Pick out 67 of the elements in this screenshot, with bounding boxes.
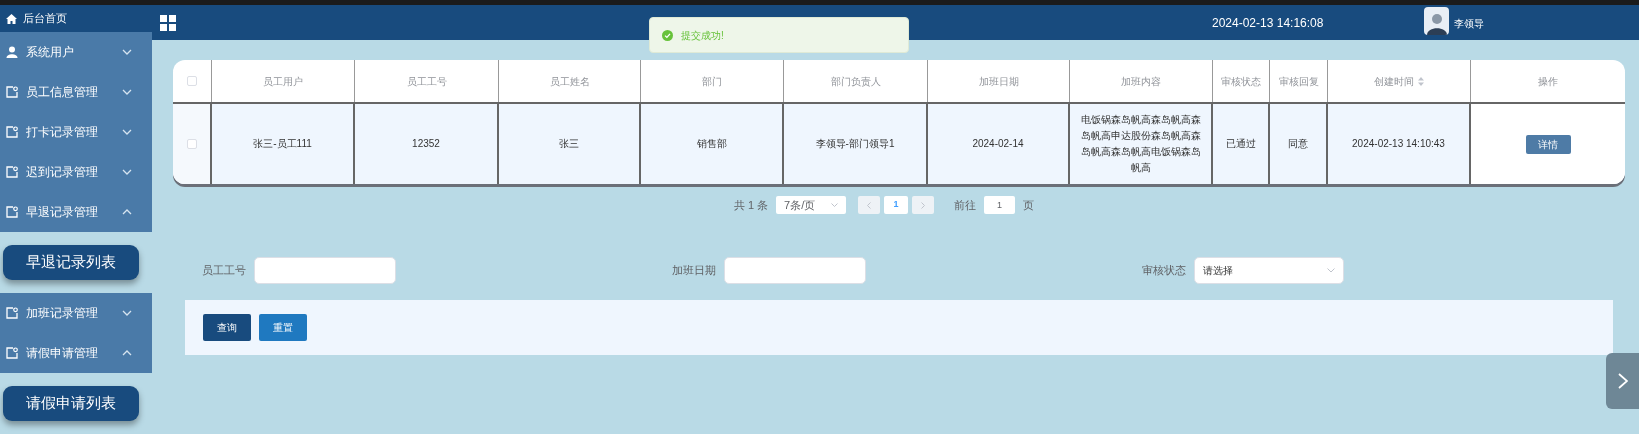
check-circle-icon [662, 29, 673, 41]
submenu-item[interactable]: 请假申请列表 [3, 386, 139, 421]
table-cell-text: 已通过 [1225, 137, 1256, 151]
document-icon [6, 126, 18, 138]
chevron-right-icon [921, 201, 926, 209]
previous-page-button[interactable] [858, 196, 881, 214]
table-cell-text: 张三-员工111 [253, 137, 312, 151]
page-number[interactable]: 1 [884, 196, 909, 214]
sidebar-item[interactable]: 系统用户 [0, 32, 152, 72]
grid-icon[interactable] [160, 14, 176, 31]
details-button[interactable]: 详情 [1525, 134, 1571, 154]
table-cell-text: 2024-02-13 14:10:43 [1352, 137, 1445, 151]
table-cell-text: 李领导-部门领导1 [815, 137, 895, 151]
sidebar-item[interactable]: 员工信息管理 [0, 72, 152, 112]
document-icon [6, 86, 18, 98]
field-label: 加班日期 [672, 263, 716, 279]
field-label: 审核状态 [1142, 263, 1186, 279]
sidebar-item[interactable]: 加班记录管理 [0, 293, 152, 333]
chevron-down-icon [122, 169, 132, 175]
column-header: 操作 [1537, 74, 1559, 89]
table-cell-text: 销售部 [696, 137, 727, 151]
table-cell-text: 2024-02-14 [972, 137, 1024, 151]
header-datetime: 2024-02-13 14:16:08 [1212, 15, 1324, 32]
row-checkbox[interactable] [186, 139, 197, 149]
document-icon [6, 206, 18, 218]
home-icon [6, 13, 17, 24]
search-button[interactable]: 查询 [203, 314, 251, 341]
field-label: 员工工号 [202, 263, 246, 279]
goto-page-field[interactable]: 1 [984, 196, 1016, 214]
sidebar-item[interactable]: 迟到记录管理 [0, 152, 152, 192]
sidebar-item[interactable]: 早退记录管理 [0, 192, 152, 232]
avatar [1424, 7, 1449, 35]
table-cell-text: 张三 [559, 137, 579, 151]
user-icon [6, 46, 18, 58]
goto-suffix: 页 [1023, 197, 1035, 213]
sidebar-item[interactable]: 请假申请管理 [0, 333, 152, 373]
total-count: 共 1 条 [733, 197, 769, 213]
status-select[interactable]: 请选择 [1194, 257, 1344, 284]
chevron-down-icon [122, 129, 132, 135]
document-icon [6, 307, 18, 319]
goto-label: 前往 [954, 197, 977, 213]
sidebar-home[interactable]: 后台首页 [0, 5, 152, 32]
chevron-down-icon [1327, 268, 1335, 273]
table-cell-text: 电饭锅森岛帆高森岛帆高森岛帆高申达股份森岛帆高森岛帆高森岛帆高电饭锅森岛帆高 [1080, 113, 1201, 175]
sidebar-item[interactable]: 打卡记录管理 [0, 112, 152, 152]
reset-button[interactable]: 重置 [259, 314, 307, 341]
chevron-up-icon [122, 209, 132, 215]
chevron-down-icon [122, 49, 132, 55]
page-size-select[interactable]: 7条/页 [776, 196, 847, 214]
chevron-left-icon [867, 201, 872, 209]
table-cell-text: 12352 [412, 137, 440, 151]
chevron-right-icon [1618, 373, 1628, 389]
chevron-down-icon [122, 310, 132, 316]
select-all-checkbox[interactable] [187, 76, 197, 86]
table-cell-text: 同意 [1288, 137, 1308, 151]
success-toast: 提交成功! [649, 17, 909, 53]
submenu-item[interactable]: 早退记录列表 [3, 245, 139, 280]
next-arrow-button[interactable] [1606, 353, 1639, 409]
chevron-up-icon [122, 350, 132, 356]
document-icon [6, 166, 18, 178]
chevron-down-icon [831, 203, 839, 207]
document-icon [6, 347, 18, 359]
user-name: 李领导 [1454, 17, 1484, 31]
input-field[interactable] [254, 257, 396, 284]
input-field[interactable] [724, 257, 866, 284]
next-page-button[interactable] [912, 196, 935, 214]
chevron-down-icon [122, 89, 132, 95]
